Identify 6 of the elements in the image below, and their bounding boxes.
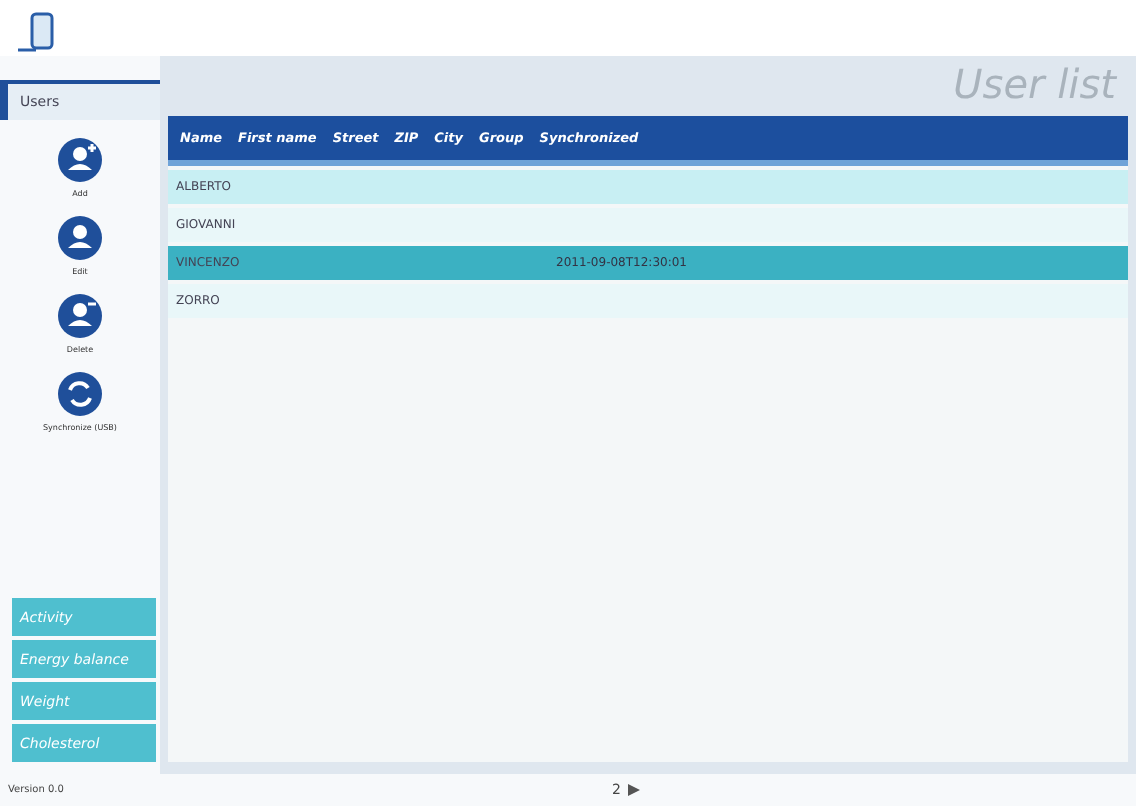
next-icon[interactable] [628, 784, 641, 796]
user-icon [56, 136, 104, 184]
user-icon [56, 292, 104, 340]
user-icon [56, 214, 104, 262]
device-icon [16, 12, 60, 56]
sync-icon [56, 370, 104, 418]
